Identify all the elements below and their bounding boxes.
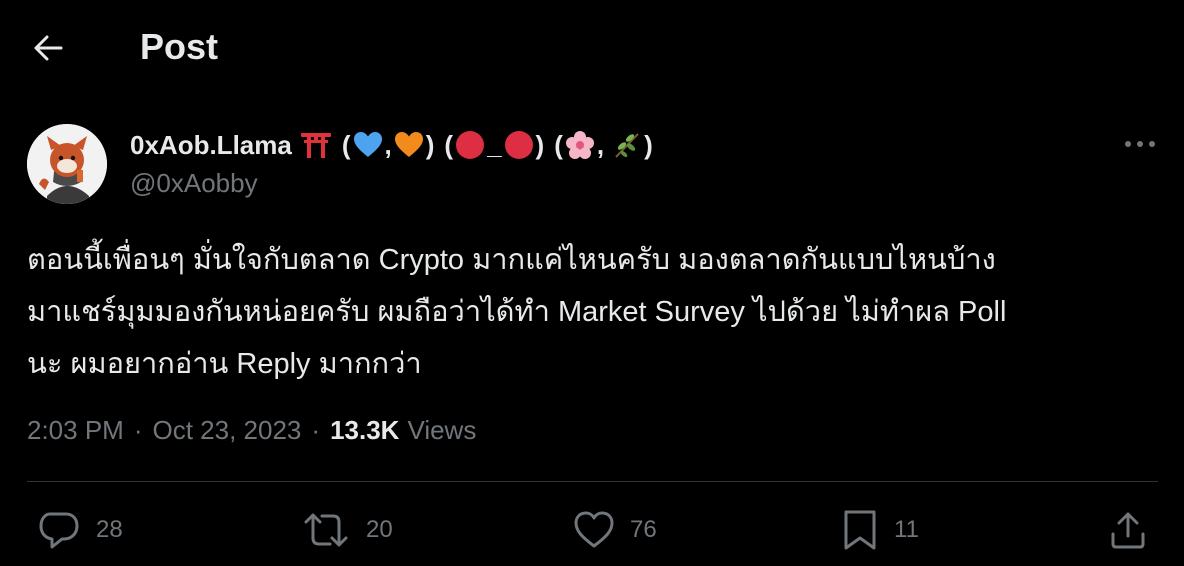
author-display-name[interactable]: 0xAob.Llama ( , ) ( _ ) (,)	[130, 126, 653, 164]
name-decoration-plants: ( , )	[554, 129, 653, 160]
page-title: Post	[140, 26, 219, 67]
tweet-text-line: มาแชร์มุมมองกันหน่อยครับ ผมถือว่าได้ทำ M…	[27, 296, 1007, 328]
share-button[interactable]	[1108, 508, 1148, 552]
torii-gate-icon	[300, 133, 331, 158]
repost-count: 20	[366, 516, 393, 543]
red-circle-icon	[456, 131, 485, 159]
cherry-blossom-icon	[565, 131, 594, 159]
bookmark-count: 11	[894, 516, 919, 543]
views-label: Views	[407, 414, 477, 445]
author-handle[interactable]: @0xAobby	[130, 168, 653, 199]
herb-icon	[615, 133, 639, 158]
more-options-button[interactable]	[1118, 128, 1162, 160]
tweet-text-line: ตอนนี้เพื่อนๆ มั่นใจกับตลาด Crypto มากแค…	[27, 244, 996, 276]
reply-icon	[39, 512, 79, 549]
header-bar: Post	[0, 0, 1184, 96]
views-count: 13.3K	[330, 414, 400, 445]
like-count: 76	[630, 516, 657, 543]
arrow-left-icon	[34, 35, 63, 61]
bookmark-icon	[844, 510, 876, 550]
author-block: 0xAob.Llama ( , ) ( _ ) (,) @0xAobby	[130, 126, 653, 199]
divider	[27, 481, 1158, 482]
more-dots-icon	[1125, 141, 1155, 147]
avatar[interactable]	[27, 124, 107, 204]
action-bar: 28 20 76 11	[0, 500, 1184, 560]
share-icon	[1111, 512, 1145, 549]
post-time[interactable]: 2:03 PM	[27, 415, 124, 446]
display-name-text: 0xAob.Llama	[130, 129, 292, 160]
repost-button[interactable]: 20	[302, 508, 393, 552]
blue-heart-icon	[353, 132, 382, 157]
tweet-text: ตอนนี้เพื่อนๆ มั่นใจกับตลาด Crypto มากแค…	[27, 234, 1157, 390]
name-decoration-circles: ( _ )	[444, 129, 545, 160]
meta-separator: ·	[133, 414, 143, 445]
red-circle-icon	[504, 131, 533, 159]
reply-count: 28	[96, 516, 123, 543]
back-button[interactable]	[24, 26, 72, 70]
tweet-text-line: นะ ผมอยากอ่าน Reply มากกว่า	[27, 348, 422, 380]
bookmark-button[interactable]: 11	[842, 508, 919, 552]
meta-separator: ·	[311, 414, 321, 445]
tweet-meta: 2:03 PM · Oct 23, 2023 · 13.3K Views	[27, 408, 476, 452]
repost-icon	[304, 513, 348, 547]
orange-heart-icon	[394, 132, 423, 157]
reply-button[interactable]: 28	[38, 508, 123, 552]
heart-icon	[574, 511, 614, 548]
post-date[interactable]: Oct 23, 2023	[153, 415, 302, 446]
like-button[interactable]: 76	[574, 508, 657, 552]
name-decoration-hearts: ( , )	[341, 129, 435, 160]
